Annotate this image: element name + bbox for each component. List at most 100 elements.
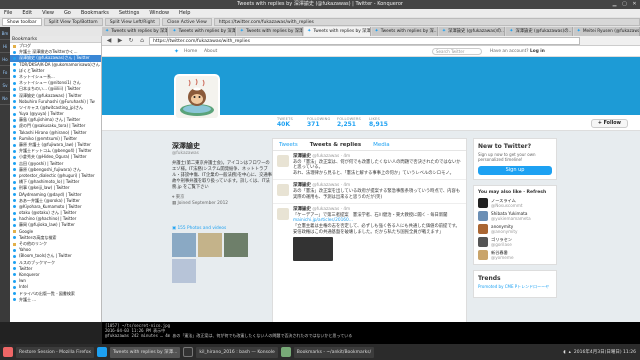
close-active-view-button[interactable]: Close Active View: [162, 18, 212, 26]
sidestrip-history-icon[interactable]: Hi: [0, 40, 10, 53]
suggested-user[interactable]: ノースライム @Nosuscommt: [478, 198, 552, 208]
stat-following[interactable]: FOLLOWING 371: [307, 117, 331, 128]
split-top-bottom-button[interactable]: Split View Top/Bottom: [43, 18, 103, 26]
maximize-icon[interactable]: ▢: [621, 1, 628, 8]
tab-2[interactable]: ✦ Tweets with replies by 深澤...: [169, 27, 236, 36]
suggested-user[interactable]: 新谷春番 @yomeme: [478, 250, 552, 260]
url-input[interactable]: https://twitter.com/fukazawas/with_repli…: [149, 36, 580, 45]
tab-5[interactable]: ✦ Tweets with replies by 深...: [371, 27, 438, 36]
show-toolbar-button[interactable]: Show toolbar: [2, 18, 42, 26]
tab-3[interactable]: ✦ Tweets with replies by 深澤...: [236, 27, 304, 36]
stat-followers[interactable]: FOLLOWERS 2,251: [337, 117, 361, 128]
volume-icon[interactable]: ◖: [563, 350, 565, 355]
home-icon[interactable]: ⌂: [138, 37, 146, 45]
konsole-icon[interactable]: [183, 347, 194, 357]
photo-thumb[interactable]: [224, 233, 248, 257]
profile-joined: ▦ Joined September 2012: [172, 201, 229, 206]
profile-handle[interactable]: @fukazawas: [172, 151, 272, 157]
bookmarks-header: Bookmarks: [10, 36, 101, 43]
network-icon[interactable]: ▴: [569, 350, 571, 355]
tab-tweets-replies[interactable]: Tweets & replies: [310, 139, 361, 150]
task-konqueror[interactable]: Tweets with replies by 深澤...: [110, 346, 181, 358]
minimize-icon[interactable]: ▁: [611, 1, 618, 8]
menu-edit[interactable]: Edit: [22, 9, 32, 17]
task-firefox[interactable]: Restore Session - Mozilla Firefox: [16, 346, 94, 358]
who-to-follow-card: You may also like · Refresh ノースライム @Nosus…: [473, 185, 557, 265]
stat-likes[interactable]: LIKES 8,915: [369, 117, 388, 128]
forward-icon[interactable]: ▶: [116, 37, 124, 45]
profile-name[interactable]: 深澤諭史: [172, 142, 272, 151]
bookmarks-panel: Bookmarks ブログ 弁護士 深澤諭史のTwitterかく... 深澤諭史 (…: [10, 36, 102, 322]
back-icon[interactable]: ◀: [105, 37, 113, 45]
suggested-user[interactable]: anonymity @anonymity: [478, 224, 552, 234]
tab-4-active[interactable]: ✦ Tweets with replies by 深澤...: [304, 27, 371, 36]
have-account-link[interactable]: Have an account?: [490, 49, 529, 54]
close-icon[interactable]: ✕: [631, 1, 638, 8]
sidestrip-network-icon[interactable]: Ne: [0, 92, 10, 105]
suggested-user[interactable]: ゴリラセン @gorilase: [478, 237, 552, 247]
bookmark-item[interactable]: 弁護士 ...: [10, 297, 101, 303]
signup-button[interactable]: Sign up: [478, 166, 552, 175]
clock[interactable]: 2016年4月3日(日曜日) 11:26: [574, 349, 636, 355]
timeline-tabs: Tweets Tweets & replies Media: [273, 139, 466, 151]
photos-link[interactable]: ▣ 155 Photos and videos: [172, 226, 272, 231]
system-tray: ◖ ▴ 2016年4月3日(日曜日) 11:26: [563, 349, 640, 356]
tab-6[interactable]: ✦ 深澤諭史 (@fukazawas)の..: [438, 27, 506, 36]
tab-media[interactable]: Media: [373, 139, 390, 150]
tweet[interactable]: 深澤諭史 @fukazawas · 4m あの「憲法」改正案は、何が何でも改憲し…: [273, 151, 466, 181]
tweet[interactable]: 深澤諭史 @fukazawas · 4m 「ケーデアー」で第三者提案 憲法学者、…: [273, 204, 466, 264]
menu-file[interactable]: File: [4, 9, 12, 17]
menu-go[interactable]: Go: [64, 9, 71, 17]
sidestrip-services-icon[interactable]: Sv: [0, 79, 10, 92]
tweet-avatar[interactable]: [277, 155, 289, 167]
photo-thumb[interactable]: [172, 259, 196, 283]
tweet-avatar[interactable]: [277, 184, 289, 197]
promoted-trend[interactable]: Promoted by CME Pトレンドローーヤ: [478, 284, 552, 290]
tweet[interactable]: 深澤諭史 @fukazawas · 4m あの「憲法」改正案を出している政府が提…: [273, 180, 466, 205]
bookmarks-icon[interactable]: [280, 347, 291, 357]
suggested-user[interactable]: Shibata Yukimata @yukiemamameta: [478, 211, 552, 221]
nav-about[interactable]: About: [204, 49, 217, 54]
twitter-search-input[interactable]: Search Twitter: [432, 48, 482, 55]
tab-7[interactable]: ✦ 深澤諭史 (@fukazawas)の..: [506, 27, 573, 36]
terminal-pane[interactable]: [1057] ~/ts/secret-nico.jpg 2016-04-03 1…: [102, 322, 640, 344]
login-link[interactable]: Log in: [530, 49, 545, 54]
twitter-bird-icon: ✦: [172, 28, 177, 34]
stat-tweets[interactable]: TWEETS 40K: [277, 117, 293, 128]
terminal-left-pane: [0, 322, 102, 344]
tab-tweets[interactable]: Tweets: [279, 139, 298, 150]
tab-8[interactable]: ✦Meitei Ryusen (@fukazawas)...: [573, 27, 640, 36]
taskbar: Restore Session - Mozilla Firefox Tweets…: [0, 344, 640, 360]
konqueror-icon[interactable]: [97, 347, 107, 357]
menu-settings[interactable]: Settings: [119, 9, 140, 17]
menu-view[interactable]: View: [42, 9, 54, 17]
toolbar-url-display[interactable]: https://twitter.com/fukazawas/with_repli…: [213, 18, 640, 26]
photo-thumb[interactable]: [172, 233, 196, 257]
nav-home[interactable]: Home: [184, 49, 197, 54]
twitter-bird-icon[interactable]: ✦: [174, 48, 179, 55]
task-konsole[interactable]: kil_hirano_2016 : bash — Konsole: [196, 346, 278, 358]
task-bookmarks[interactable]: Bookmarks - ~/ankit/Bookmarks/: [293, 346, 375, 358]
user-avatar: [478, 250, 488, 260]
reload-icon[interactable]: ↻: [127, 37, 135, 45]
photo-thumb[interactable]: [198, 233, 222, 257]
tab-1[interactable]: ✦ Tweets with replies by 深澤...: [102, 27, 169, 36]
tweet-avatar[interactable]: [277, 208, 289, 221]
sidestrip-bookmarks-icon[interactable]: Bm: [0, 27, 10, 40]
sidestrip-folder-icon[interactable]: Fo: [0, 66, 10, 79]
menu-window[interactable]: Window: [149, 9, 169, 17]
follow-button[interactable]: + Follow: [590, 119, 628, 128]
menu-help[interactable]: Help: [179, 9, 190, 17]
sidestrip-home-icon[interactable]: Ho: [0, 53, 10, 66]
firefox-icon[interactable]: [3, 347, 13, 357]
tweet-media-image[interactable]: [293, 237, 333, 262]
twitter-bird-icon: ✦: [509, 28, 514, 34]
timeline: Tweets Tweets & replies Media 深澤諭史 @fuka…: [272, 138, 467, 322]
menu-bar: File Edit View Go Bookmarks Settings Win…: [0, 9, 640, 17]
menu-bookmarks[interactable]: Bookmarks: [81, 9, 109, 17]
user-avatar: [478, 198, 488, 208]
profile-avatar[interactable]: [174, 74, 220, 120]
split-left-right-button[interactable]: Split View Left/Right: [104, 18, 161, 26]
user-avatar: [478, 211, 488, 221]
tweet-text: あの「憲法」改正案は、何が何でも改憲したくない人の問題で否決されたのではないかと…: [293, 159, 461, 171]
